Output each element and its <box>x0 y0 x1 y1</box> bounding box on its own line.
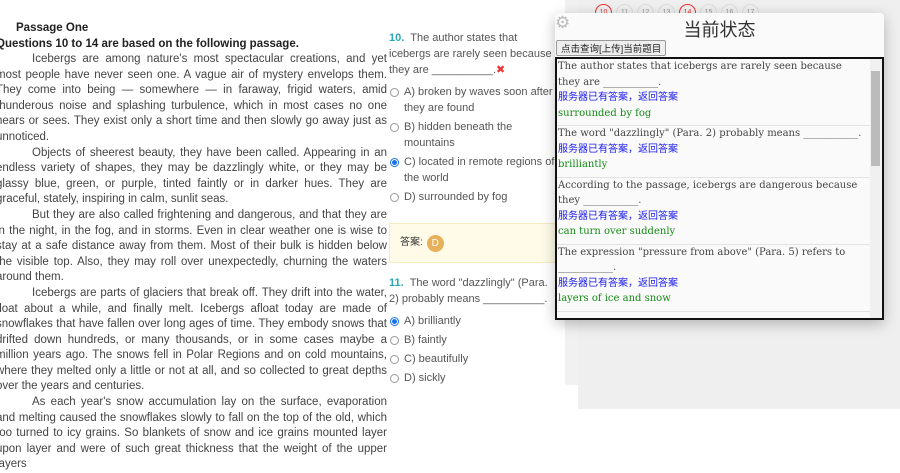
option-label: D) sickly <box>404 372 446 384</box>
answer-badge: D <box>426 234 444 252</box>
option-label: A) broken by waves soon after they are f… <box>404 86 553 114</box>
option-label: C) beautifully <box>404 353 469 365</box>
list-scrollbar[interactable] <box>870 59 882 318</box>
gear-icon[interactable]: ⚙ <box>555 13 570 33</box>
radio-icon[interactable] <box>390 88 399 97</box>
item-question: The author states that icebergs are rare… <box>558 61 842 88</box>
query-button[interactable]: 点击查询[上传]当前题目 <box>556 40 667 56</box>
option-label: A) brilliantly <box>404 315 461 327</box>
option-label: B) faintly <box>404 334 447 346</box>
radio-icon[interactable] <box>390 193 399 202</box>
item-status: 服务器已有答案，返回答案 <box>558 277 678 289</box>
option-c[interactable]: C) beautifully <box>389 351 557 367</box>
item-answer: can turn over suddenly <box>558 226 676 237</box>
item-status: 服务器已有答案，返回答案 <box>558 143 678 155</box>
radio-icon[interactable] <box>390 374 399 383</box>
status-panel: ⚙ 当前状态 点击查询[上传]当前题目 The author states th… <box>555 13 884 320</box>
list-item: The expression "pressure from above" (Pa… <box>557 245 882 312</box>
question-text: The word "dazzlingly" (Para. 2) probably… <box>389 277 548 305</box>
paragraph: Objects of sheerest beauty, they have be… <box>0 146 387 206</box>
paragraph: Icebergs are among nature's most spectac… <box>0 53 387 143</box>
item-question: The word "dazzlingly" (Para. 2) probably… <box>558 128 862 139</box>
option-b[interactable]: B) faintly <box>389 332 557 348</box>
paragraph: As each year's snow accumulation lay on … <box>0 396 387 471</box>
radio-icon[interactable] <box>390 355 399 364</box>
list-item: According to the passage, icebergs are d… <box>557 178 882 245</box>
answer-box: 答案: D <box>389 223 567 263</box>
option-a[interactable]: A) broken by waves soon after they are f… <box>389 84 557 116</box>
wrong-icon: ✖ <box>496 64 506 76</box>
list-item: The word "dazzlingly" (Para. 2) probably… <box>557 126 882 178</box>
option-label: C) located in remote regions of the worl… <box>404 156 555 184</box>
radio-selected-icon[interactable] <box>390 317 399 326</box>
question-number: 10. <box>389 32 405 44</box>
option-d[interactable]: D) sickly <box>389 370 557 386</box>
item-answer: layers of ice and snow <box>558 293 671 304</box>
paragraph: But they are also called frightening and… <box>0 208 387 284</box>
option-d[interactable]: D) surrounded by fog <box>389 189 557 205</box>
radio-selected-icon[interactable] <box>390 158 399 167</box>
passage-title: Passage One <box>16 22 89 34</box>
scrollbar-thumb[interactable] <box>871 71 880 166</box>
option-label: D) surrounded by fog <box>404 191 508 203</box>
question-number: 11. <box>389 277 404 289</box>
item-status: 服务器已有答案，返回答案 <box>558 92 678 103</box>
question-11: 11. The word "dazzlingly" (Para. 2) proba… <box>389 275 557 307</box>
item-answer: surrounded by fog <box>558 107 652 119</box>
answer-label: 答案: <box>400 237 423 248</box>
item-answer: brilliantly <box>558 159 608 170</box>
item-status: 服务器已有答案，返回答案 <box>558 210 678 222</box>
question-text: The author states that icebergs are rare… <box>389 32 552 76</box>
radio-icon[interactable] <box>390 123 399 132</box>
question-10: 10. The author states that icebergs are r… <box>389 30 557 78</box>
questions-column: 10. The author states that icebergs are r… <box>389 30 567 389</box>
passage-instruction: Questions 10 to 14 are based on the foll… <box>0 38 299 50</box>
item-question: The expression "pressure from above" (Pa… <box>558 246 846 274</box>
panel-title: 当前状态 <box>683 20 756 40</box>
answer-list: The author states that icebergs are rare… <box>555 57 884 320</box>
option-b[interactable]: B) hidden beneath the mountains <box>389 119 557 151</box>
list-item: The author states that icebergs are rare… <box>557 59 882 126</box>
paragraph: Icebergs are parts of glaciers that brea… <box>0 286 387 393</box>
radio-icon[interactable] <box>390 336 399 345</box>
option-c[interactable]: C) located in remote regions of the worl… <box>389 154 557 186</box>
item-question: According to the passage, icebergs are d… <box>558 179 858 207</box>
option-a[interactable]: A) brilliantly <box>389 313 557 329</box>
passage: Passage One Questions 10 to 14 are based… <box>0 20 387 473</box>
option-label: B) hidden beneath the mountains <box>404 121 513 149</box>
